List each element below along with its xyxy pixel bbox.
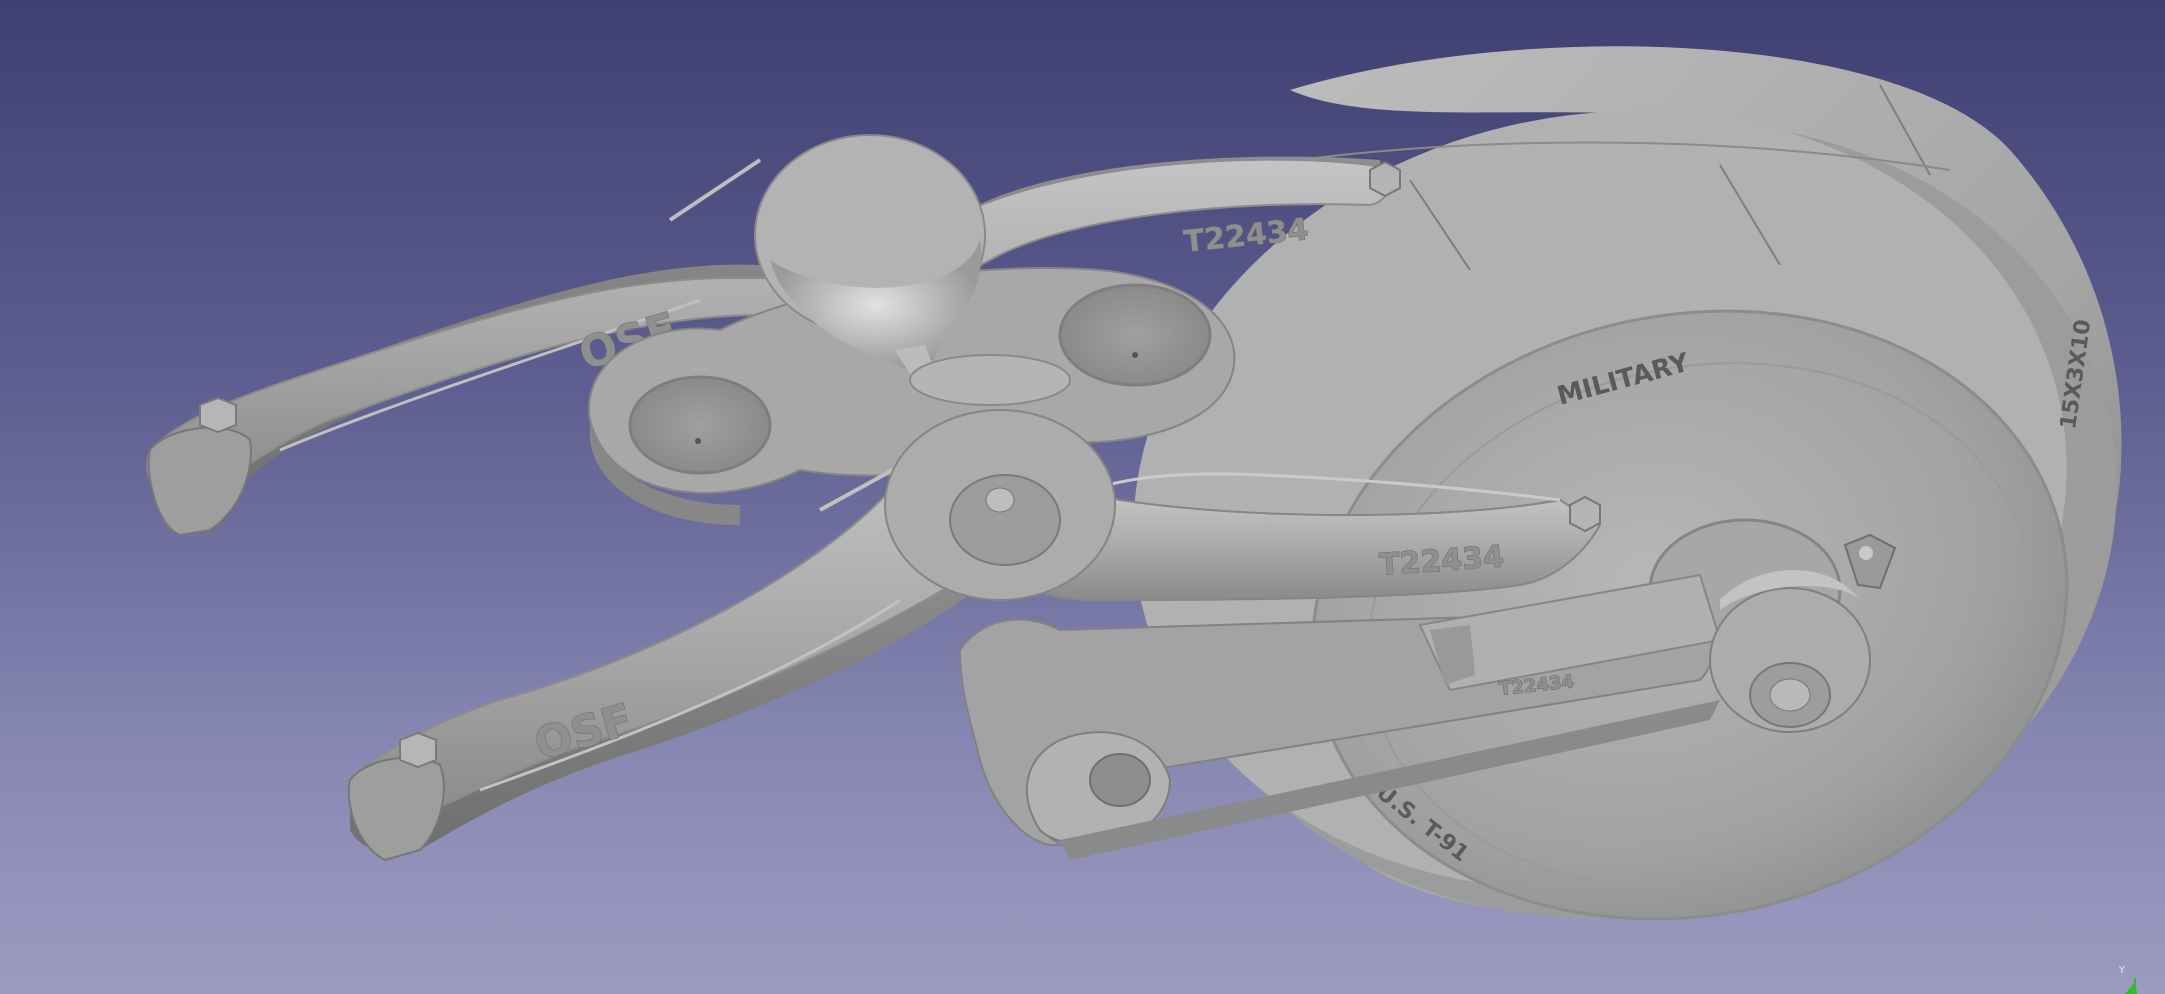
lower-arm-tip [347, 756, 445, 862]
spindle-eye-left [1089, 753, 1151, 807]
pivot-hole-left [628, 375, 772, 475]
upper-arm-tip [147, 426, 252, 537]
axis-y-label: Y [2118, 965, 2125, 976]
3d-model-render[interactable]: MILITARY 15X3X10 U.S. T-91 OSF T22434 OS… [0, 0, 2165, 994]
upper-arm-bolt [199, 396, 237, 434]
pivot-hole-right [1058, 283, 1212, 387]
lower-arm-bolt [399, 731, 437, 769]
axis-indicator-icon [2125, 978, 2137, 994]
3d-viewport[interactable]: MILITARY 15X3X10 U.S. T-91 OSF T22434 OS… [0, 0, 2165, 994]
